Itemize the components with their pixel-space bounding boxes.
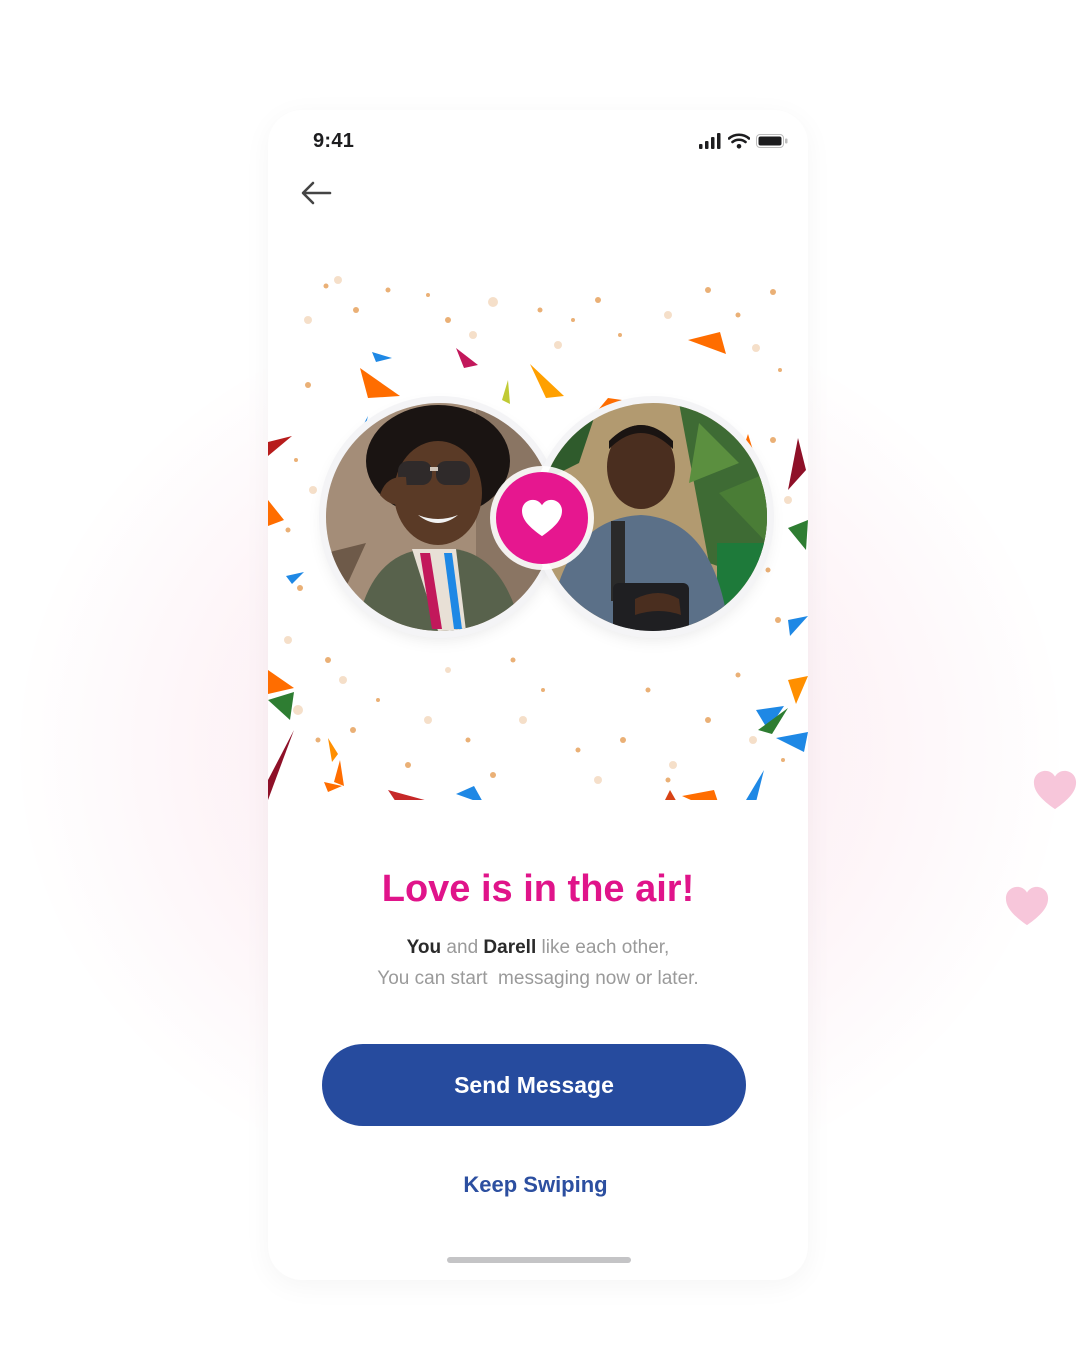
match-subtitle: You and Darell like each other, You can … — [268, 932, 808, 994]
home-indicator — [447, 1257, 631, 1263]
battery-icon — [756, 134, 788, 148]
decorative-heart-icon — [1005, 886, 1049, 926]
heart-icon — [522, 499, 562, 537]
subtitle-line-2: You can start messaging now or later. — [377, 968, 699, 989]
back-button[interactable] — [298, 178, 340, 214]
match-heart-badge — [496, 472, 588, 564]
keep-swiping-link[interactable]: Keep Swiping — [268, 1172, 803, 1198]
and-text: and — [441, 937, 484, 958]
like-text: like each other, — [536, 937, 670, 958]
match-title: Love is in the air! — [381, 868, 695, 910]
decorative-heart-icon — [1033, 770, 1077, 810]
match-name: Darell — [483, 937, 537, 958]
signal-icon — [699, 133, 721, 149]
phone-screen: 9:41 Love is in the air! You and Darell … — [268, 110, 808, 1280]
status-time: 9:41 — [313, 130, 355, 152]
wifi-icon — [728, 133, 750, 149]
arrow-left-icon — [301, 181, 332, 205]
you-label: You — [406, 937, 442, 958]
subtitle-line-1: You and Darell like each other, — [268, 932, 808, 963]
send-message-button[interactable]: Send Message — [322, 1044, 746, 1126]
status-icons — [698, 132, 788, 150]
